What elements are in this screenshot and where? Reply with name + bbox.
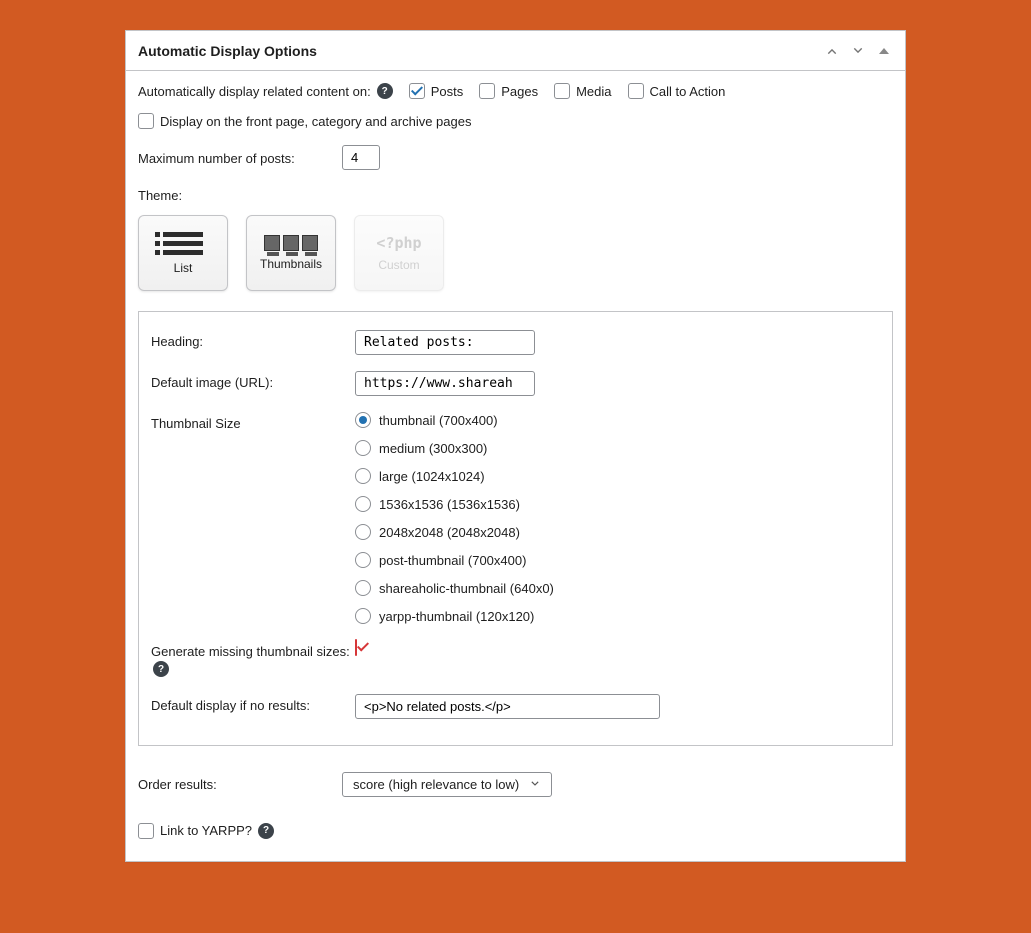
default-image-row: Default image (URL): bbox=[151, 363, 880, 404]
auto-display-label: Automatically display related content on… bbox=[138, 84, 371, 99]
thumbnail-size-row: Thumbnail Size thumbnail (700x400) mediu… bbox=[151, 404, 880, 632]
max-posts-row: Maximum number of posts: bbox=[138, 145, 893, 170]
thumbnails-icon bbox=[264, 235, 318, 251]
content-type-posts[interactable]: Posts bbox=[409, 83, 464, 99]
front-page-checkbox[interactable]: Display on the front page, category and … bbox=[138, 113, 471, 129]
thumb-size-option-0[interactable]: thumbnail (700x400) bbox=[355, 412, 554, 428]
panel-header: Automatic Display Options bbox=[126, 31, 905, 71]
content-type-media[interactable]: Media bbox=[554, 83, 611, 99]
radio-icon bbox=[355, 552, 371, 568]
radio-icon bbox=[355, 608, 371, 624]
heading-row: Heading: bbox=[151, 322, 880, 363]
theme-label: Theme: bbox=[138, 188, 893, 203]
radio-icon bbox=[355, 440, 371, 456]
heading-input[interactable] bbox=[355, 330, 535, 355]
radio-icon bbox=[355, 496, 371, 512]
checkbox-icon bbox=[554, 83, 570, 99]
auto-display-row: Automatically display related content on… bbox=[138, 83, 893, 99]
theme-card-custom[interactable]: <?php Custom bbox=[354, 215, 444, 291]
theme-options: List Thumbnails <?php Custom bbox=[138, 215, 893, 291]
thumb-size-option-4[interactable]: 2048x2048 (2048x2048) bbox=[355, 524, 554, 540]
checkbox-icon bbox=[409, 83, 425, 99]
front-page-row: Display on the front page, category and … bbox=[138, 113, 893, 129]
link-yarpp-row: Link to YARPP? ? bbox=[138, 823, 893, 839]
checkbox-icon bbox=[138, 113, 154, 129]
order-results-row: Order results: score (high relevance to … bbox=[138, 772, 893, 797]
radio-icon bbox=[355, 524, 371, 540]
automatic-display-options-panel: Automatic Display Options Automatically … bbox=[125, 30, 906, 862]
default-image-input[interactable] bbox=[355, 371, 535, 396]
checkbox-icon bbox=[628, 83, 644, 99]
max-posts-input[interactable] bbox=[342, 145, 380, 170]
link-yarpp-checkbox[interactable]: Link to YARPP? bbox=[138, 823, 252, 839]
chevron-down-icon bbox=[851, 44, 865, 58]
generate-missing-row: Generate missing thumbnail sizes: ? bbox=[151, 632, 880, 686]
thumb-size-option-3[interactable]: 1536x1536 (1536x1536) bbox=[355, 496, 554, 512]
list-icon bbox=[163, 232, 203, 255]
theme-card-list[interactable]: List bbox=[138, 215, 228, 291]
radio-icon bbox=[355, 580, 371, 596]
no-results-row: Default display if no results: bbox=[151, 686, 880, 727]
generate-missing-checkbox[interactable] bbox=[355, 640, 357, 655]
php-icon: <?php bbox=[376, 234, 421, 252]
panel-title: Automatic Display Options bbox=[138, 43, 317, 59]
order-results-select[interactable]: score (high relevance to low) bbox=[342, 772, 552, 797]
content-type-cta[interactable]: Call to Action bbox=[628, 83, 726, 99]
checkbox-icon bbox=[355, 639, 357, 656]
checkbox-icon bbox=[138, 823, 154, 839]
chevron-down-icon bbox=[529, 778, 541, 790]
radio-icon bbox=[355, 412, 371, 428]
content-type-pages[interactable]: Pages bbox=[479, 83, 538, 99]
checkbox-icon bbox=[479, 83, 495, 99]
panel-handle-actions bbox=[823, 42, 893, 60]
help-icon[interactable]: ? bbox=[258, 823, 274, 839]
move-up-button[interactable] bbox=[823, 42, 841, 60]
triangle-up-icon bbox=[879, 48, 889, 54]
radio-icon bbox=[355, 468, 371, 484]
toggle-panel-button[interactable] bbox=[875, 42, 893, 60]
chevron-up-icon bbox=[825, 44, 839, 58]
help-icon[interactable]: ? bbox=[377, 83, 393, 99]
theme-card-thumbnails[interactable]: Thumbnails bbox=[246, 215, 336, 291]
max-posts-label: Maximum number of posts: bbox=[138, 145, 342, 166]
thumb-size-option-5[interactable]: post-thumbnail (700x400) bbox=[355, 552, 554, 568]
thumb-size-option-6[interactable]: shareaholic-thumbnail (640x0) bbox=[355, 580, 554, 596]
thumb-size-option-1[interactable]: medium (300x300) bbox=[355, 440, 554, 456]
theme-settings-panel: Heading: Default image (URL): Thumbnail … bbox=[138, 311, 893, 746]
thumb-size-option-7[interactable]: yarpp-thumbnail (120x120) bbox=[355, 608, 554, 624]
no-results-input[interactable] bbox=[355, 694, 660, 719]
theme-section: Theme: List Thumbnails <?php Custom bbox=[138, 188, 893, 291]
thumb-size-option-2[interactable]: large (1024x1024) bbox=[355, 468, 554, 484]
move-down-button[interactable] bbox=[849, 42, 867, 60]
help-icon[interactable]: ? bbox=[153, 661, 169, 677]
thumbnail-size-options: thumbnail (700x400) medium (300x300) lar… bbox=[355, 412, 554, 624]
panel-body: Automatically display related content on… bbox=[126, 71, 905, 861]
